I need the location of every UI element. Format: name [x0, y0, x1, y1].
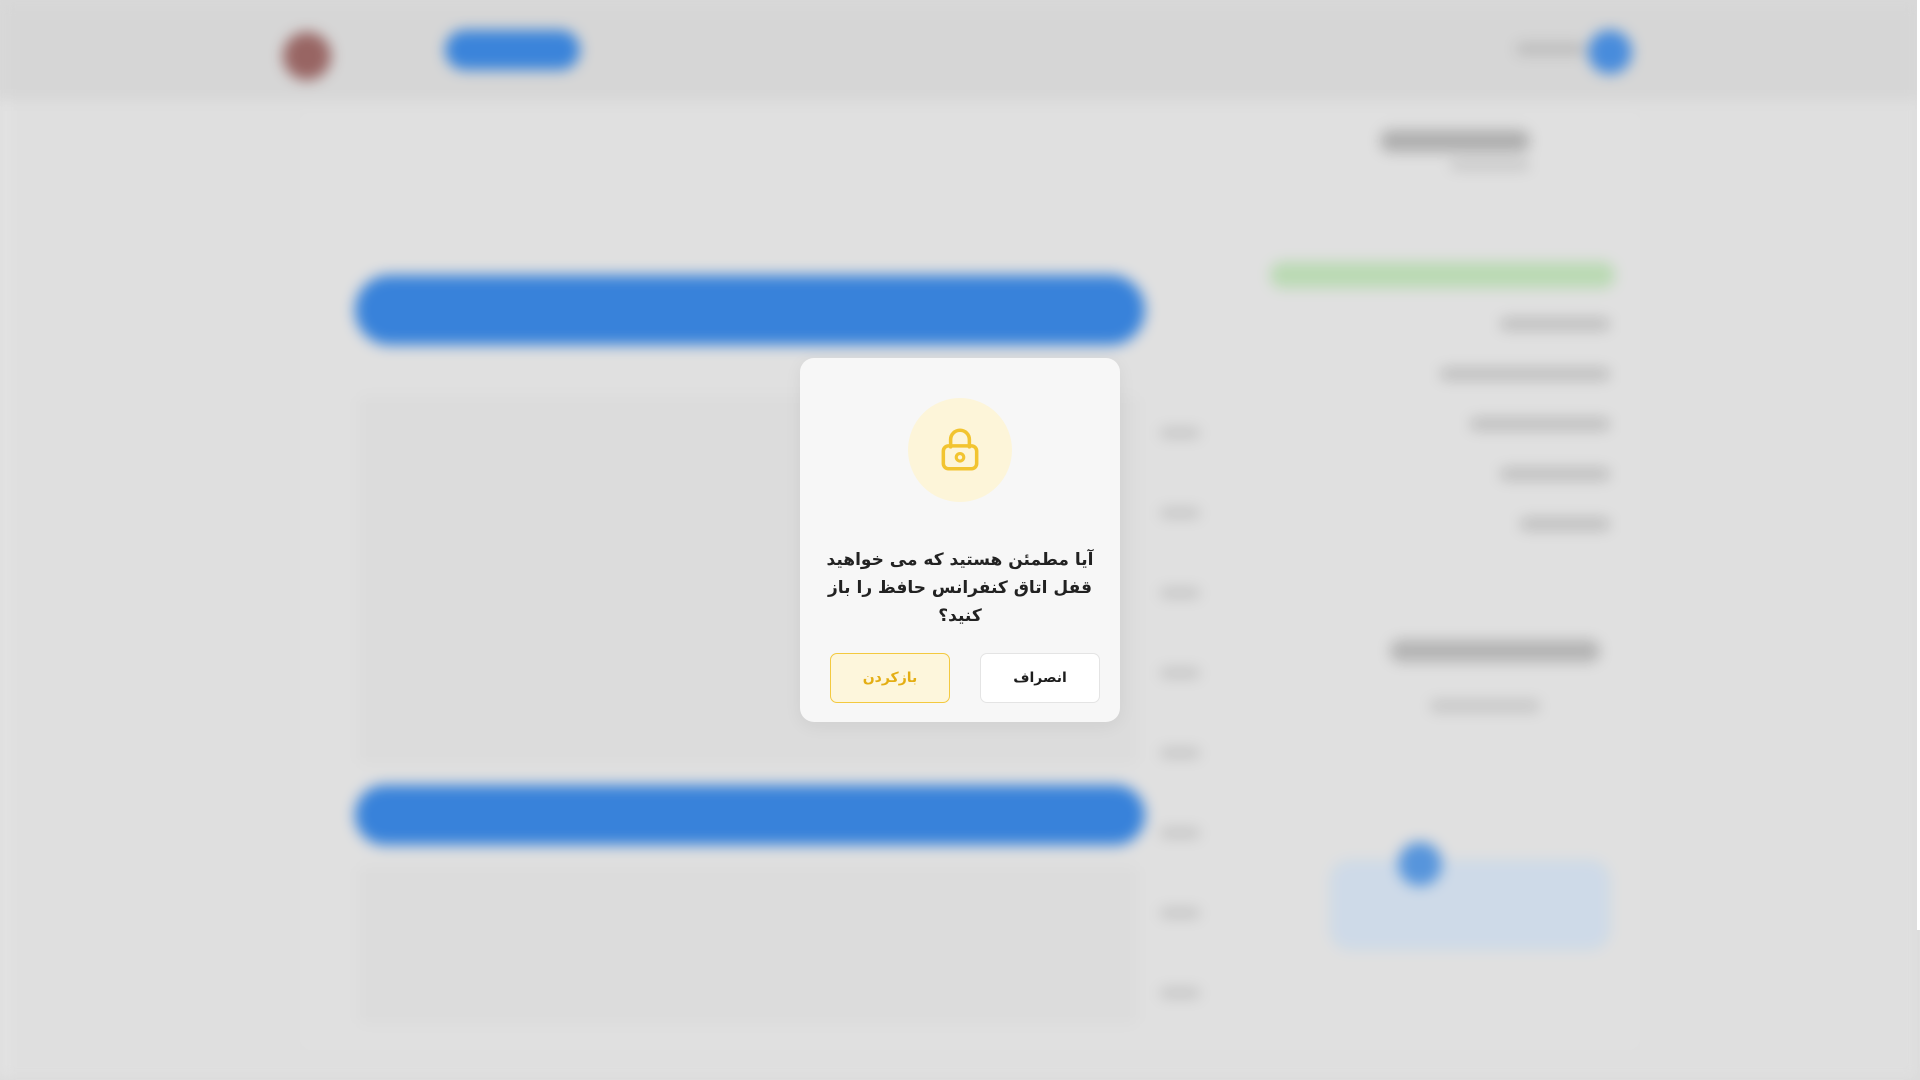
cancel-button[interactable]: انصراف	[980, 653, 1100, 703]
unlock-button[interactable]: بازکردن	[830, 653, 950, 703]
lock-icon	[941, 428, 979, 471]
dialog-message: آیا مطمئن هستید که می خواهید قفل اتاق کن…	[826, 550, 1094, 626]
lock-icon-badge	[908, 398, 1012, 502]
unlock-confirm-dialog: آیا مطمئن هستید که می خواهید قفل اتاق کن…	[800, 358, 1120, 722]
